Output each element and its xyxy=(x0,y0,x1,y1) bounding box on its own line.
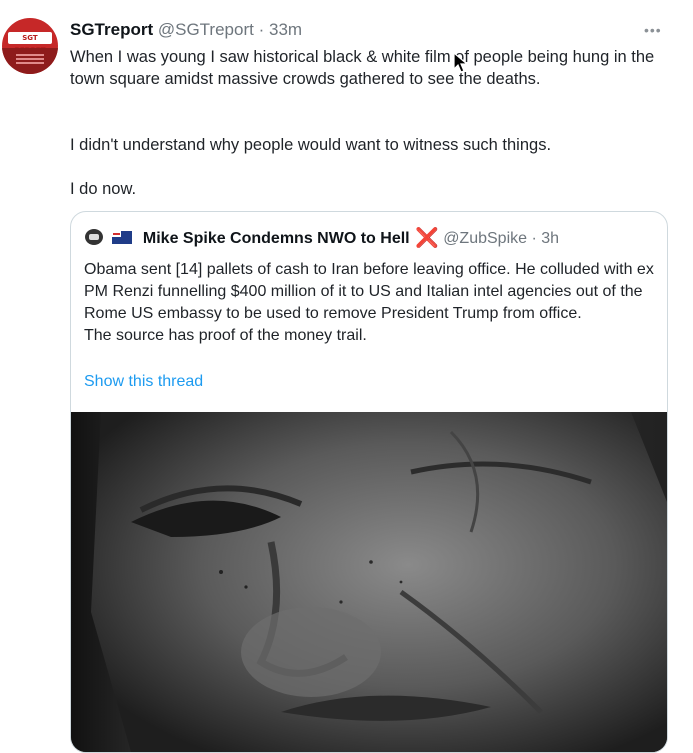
tweet-text-line-1: When I was young I saw historical black … xyxy=(70,48,655,88)
face-photo-image xyxy=(71,412,667,752)
australia-flag-icon xyxy=(112,231,133,244)
quoted-author-name[interactable]: Mike Spike Condemns NWO to Hell xyxy=(143,230,410,247)
quoted-tweet-time[interactable]: 3h xyxy=(541,230,559,247)
tweet-time[interactable]: 33m xyxy=(269,20,302,39)
quoted-author-handle[interactable]: @ZubSpike xyxy=(443,230,527,247)
quoted-header-separator: · xyxy=(531,230,537,247)
header-separator: · xyxy=(258,20,265,39)
quoted-author-avatar[interactable] xyxy=(85,229,103,245)
tweet[interactable]: SGT REPORT SGTreport @SGTreport · 33m ••… xyxy=(0,0,693,753)
avatar-logo-text: SGT REPORT xyxy=(8,32,52,54)
mouse-pointer-icon xyxy=(453,52,469,73)
quoted-tweet-photo[interactable] xyxy=(71,412,667,752)
red-x-icon: ❌ xyxy=(415,228,439,249)
avatar-lines xyxy=(16,54,44,56)
tweet-text-line-3: I do now. xyxy=(70,180,137,198)
author-handle[interactable]: @SGTreport xyxy=(158,20,254,39)
more-icon[interactable]: ••• xyxy=(644,22,662,38)
quoted-tweet-text: Obama sent [14] pallets of cash to Iran … xyxy=(84,261,654,344)
avatar-lower-band xyxy=(2,48,58,74)
show-thread-link[interactable]: Show this thread xyxy=(84,373,203,391)
author-avatar[interactable]: SGT REPORT xyxy=(2,18,58,74)
author-name[interactable]: SGTreport xyxy=(70,20,153,39)
tweet-header: SGTreport @SGTreport · 33m xyxy=(70,20,302,42)
tweet-text-line-2: I didn't understand why people would wan… xyxy=(70,136,552,154)
quoted-tweet[interactable]: Mike Spike Condemns NWO to Hell ❌ @ZubSp… xyxy=(70,211,668,753)
quoted-tweet-header: Mike Spike Condemns NWO to Hell ❌ @ZubSp… xyxy=(85,226,559,250)
